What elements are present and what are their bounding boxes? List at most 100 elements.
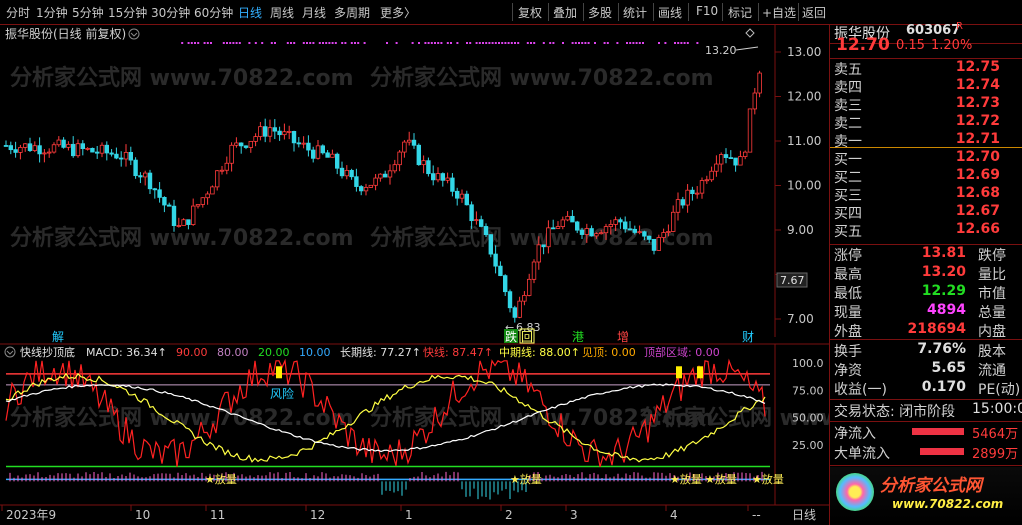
tab-1min[interactable]: 1分钟 bbox=[36, 4, 68, 21]
stat2-row[interactable]: 换手 7.76% 股本 bbox=[834, 341, 1022, 361]
signal-dot bbox=[274, 42, 276, 44]
signal-dot bbox=[354, 42, 356, 44]
tab-weekly[interactable]: 周线 bbox=[270, 4, 294, 21]
candle-body bbox=[522, 295, 527, 302]
event-marker-die[interactable]: 跌 bbox=[505, 329, 517, 344]
candle-body bbox=[142, 172, 148, 178]
trade-status: 交易状态: 闭市阶段 bbox=[834, 404, 956, 420]
event-marker-jie[interactable]: 解 bbox=[52, 330, 64, 344]
stat-row[interactable]: 最低 12.29 市值 bbox=[834, 283, 1022, 303]
chart-settings-icon[interactable] bbox=[128, 28, 140, 40]
signal-dot bbox=[434, 42, 436, 44]
indicator-settings-icon[interactable] bbox=[4, 346, 16, 358]
event-marker-cai[interactable]: 财 bbox=[742, 330, 754, 344]
date-tick: 11 bbox=[210, 508, 225, 522]
stat-row[interactable]: 现量 4894 总量 bbox=[834, 302, 1022, 322]
candle-body bbox=[464, 193, 469, 206]
tab-daily[interactable]: 日线 bbox=[238, 4, 262, 21]
event-marker-zeng[interactable]: 增 bbox=[617, 330, 629, 344]
tab-5min[interactable]: 5分钟 bbox=[72, 4, 104, 21]
candle-body bbox=[301, 142, 306, 145]
event-marker-gang[interactable]: 港 bbox=[572, 330, 584, 344]
bid-row[interactable]: 买一 12.70 bbox=[834, 149, 1022, 169]
row-value: 0.170 bbox=[921, 379, 966, 395]
event-marker-hui[interactable]: 回 bbox=[521, 330, 533, 344]
signal-dot bbox=[341, 42, 344, 44]
stat2-row[interactable]: 收益(一) 0.170 PE(动) bbox=[834, 379, 1022, 399]
candle-body bbox=[258, 126, 263, 138]
stat-row[interactable]: 涨停 13.81 跌停 bbox=[834, 245, 1022, 265]
watermark-text: 分析家公式网 www.70822.com bbox=[10, 405, 354, 431]
tab-15min[interactable]: 15分钟 bbox=[108, 4, 147, 21]
row-value: 218694 bbox=[907, 321, 966, 337]
ask-row[interactable]: 卖五 12.75 bbox=[834, 59, 1022, 79]
mark-button[interactable]: 标记 bbox=[728, 4, 752, 21]
indicator-name[interactable]: 快线抄顶底 bbox=[20, 345, 75, 359]
bid-row[interactable]: 买四 12.67 bbox=[834, 203, 1022, 223]
back-button[interactable]: 返回 bbox=[802, 4, 826, 21]
signal-dot bbox=[552, 42, 555, 44]
signal-dot bbox=[357, 42, 360, 44]
stat-row[interactable]: 最高 13.20 量比 bbox=[834, 264, 1022, 284]
add-watchlist-button[interactable]: +自选 bbox=[762, 4, 796, 21]
candle-body bbox=[661, 232, 666, 238]
candle-body bbox=[152, 188, 157, 191]
watermark-text: 分析家公式网 www.70822.com bbox=[10, 65, 354, 91]
logo-url: www.70822.com bbox=[892, 497, 1004, 511]
stats-button[interactable]: 统计 bbox=[623, 4, 647, 21]
indicator-param: 顶部区域: 0.00 bbox=[644, 345, 720, 359]
ask-row[interactable]: 卖一 12.71 bbox=[834, 131, 1022, 151]
fuquan-button[interactable]: 复权 bbox=[518, 4, 542, 21]
tab-60min[interactable]: 60分钟 bbox=[194, 4, 233, 21]
signal-dot bbox=[629, 42, 632, 44]
candle-body bbox=[248, 140, 253, 148]
current-price: 12.70 bbox=[836, 35, 890, 55]
overlay-button[interactable]: 叠加 bbox=[553, 4, 577, 21]
candle-body bbox=[90, 147, 95, 153]
row-value: 12.73 bbox=[955, 95, 1000, 111]
kline-chart[interactable]: 分析家公式网 www.70822.com 分析家公式网 www.70822.com… bbox=[0, 25, 829, 525]
multi-stock-button[interactable]: 多股 bbox=[588, 4, 612, 21]
candle-body bbox=[363, 187, 369, 192]
row-value: 12.68 bbox=[955, 185, 1000, 201]
ask-row[interactable]: 卖三 12.73 bbox=[834, 95, 1022, 115]
candle-body bbox=[536, 244, 541, 263]
tab-30min[interactable]: 30分钟 bbox=[151, 4, 190, 21]
signal-dot bbox=[187, 42, 190, 44]
row-value: 12.67 bbox=[955, 203, 1000, 219]
bid-row[interactable]: 买三 12.68 bbox=[834, 185, 1022, 205]
top-warning-marker bbox=[276, 366, 282, 379]
row-value: 5.65 bbox=[931, 360, 966, 376]
ask-row[interactable]: 卖四 12.74 bbox=[834, 77, 1022, 97]
candle-body bbox=[416, 144, 421, 166]
signal-dot bbox=[328, 42, 331, 44]
candle-body bbox=[714, 163, 719, 172]
candle-body bbox=[546, 227, 551, 248]
flow-bar bbox=[912, 428, 964, 435]
signal-dot bbox=[517, 42, 520, 44]
signal-dot bbox=[203, 42, 206, 44]
candle-body bbox=[138, 175, 143, 178]
signal-dot bbox=[501, 42, 504, 44]
tab-multi-period[interactable]: 多周期 bbox=[334, 4, 370, 21]
candle-body bbox=[358, 186, 364, 192]
tab-fenshi[interactable]: 分时 bbox=[6, 4, 30, 21]
candle-body bbox=[493, 253, 498, 267]
f10-button[interactable]: F10 bbox=[696, 4, 718, 18]
date-tick: 3 bbox=[570, 508, 578, 522]
candle-body bbox=[507, 291, 513, 309]
candle-body bbox=[56, 139, 61, 146]
candle-body bbox=[671, 211, 676, 232]
candle-body bbox=[695, 192, 700, 195]
tab-monthly[interactable]: 月线 bbox=[302, 4, 326, 21]
tab-more[interactable]: 更多〉 bbox=[380, 4, 416, 21]
stat2-row[interactable]: 净资 5.65 流通 bbox=[834, 360, 1022, 380]
candle-body bbox=[157, 189, 162, 198]
candle-body bbox=[339, 167, 345, 177]
stat-row[interactable]: 外盘 218694 内盘 bbox=[834, 321, 1022, 341]
bid-row[interactable]: 买二 12.69 bbox=[834, 167, 1022, 187]
ask-row[interactable]: 卖二 12.72 bbox=[834, 113, 1022, 133]
bid-row[interactable]: 买五 12.66 bbox=[834, 221, 1022, 241]
draw-line-button[interactable]: 画线 bbox=[658, 4, 682, 21]
price-change-pct: 1.20% bbox=[931, 38, 973, 53]
